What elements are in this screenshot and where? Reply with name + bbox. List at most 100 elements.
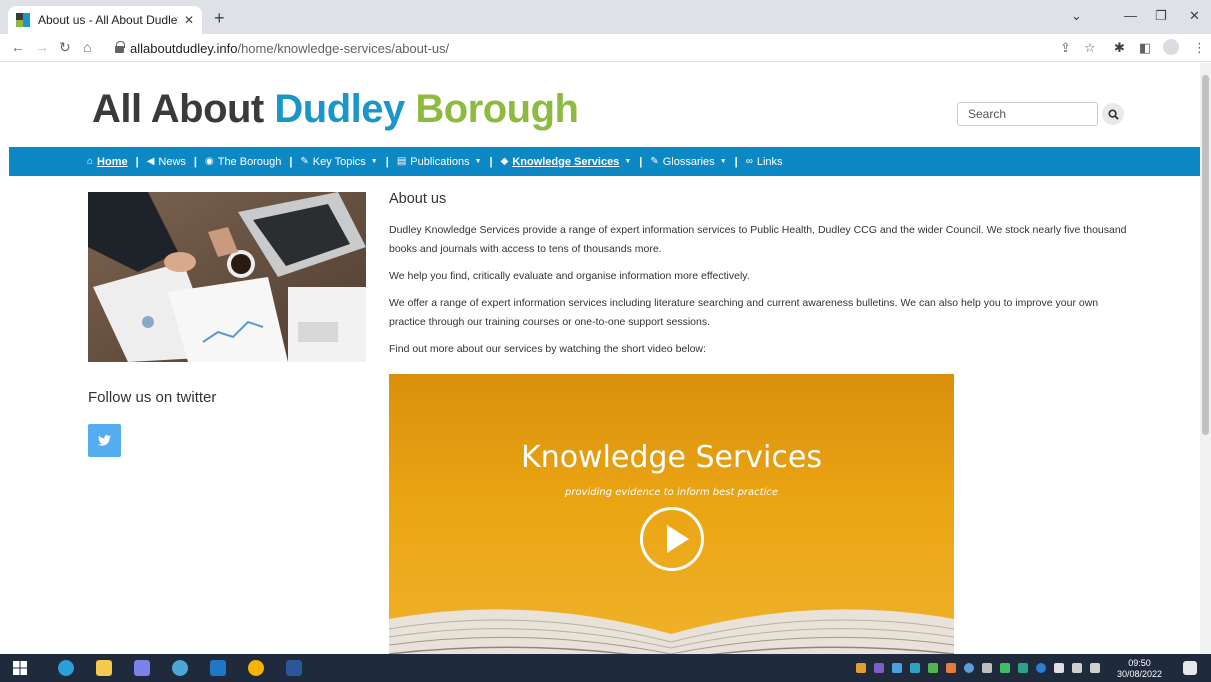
caret-down-icon: ▼ (370, 158, 378, 165)
office-desk-image (88, 192, 366, 362)
site-favicon-icon (16, 13, 30, 27)
wrench-icon: ✎ (300, 156, 309, 167)
browser-tab-strip: About us - All About Dudley Boro ✕ + ⌄ —… (0, 0, 1211, 34)
bookmark-star-icon[interactable]: ☆ (1084, 40, 1096, 56)
notifications-icon[interactable] (1183, 661, 1197, 675)
url-path: /home/knowledge-services/about-us/ (237, 41, 450, 56)
video-title: Knowledge Services (521, 440, 822, 475)
tray-app-icon[interactable] (928, 663, 938, 673)
page-scrollbar[interactable] (1200, 63, 1211, 654)
twitter-bird-icon (98, 435, 111, 446)
scrollbar-thumb[interactable] (1202, 75, 1209, 435)
tab-title: About us - All About Dudley Boro (38, 13, 178, 27)
lock-icon[interactable] (115, 41, 125, 53)
services-paragraph: We offer a range of expert information s… (389, 297, 1099, 328)
battery-icon[interactable] (1054, 663, 1064, 673)
nav-home[interactable]: ⌂ Home (87, 156, 128, 168)
nav-knowledge-services[interactable]: ◆ Knowledge Services ▼ (501, 156, 632, 168)
open-book-illustration (389, 609, 954, 654)
nav-separator: | (385, 155, 389, 168)
site-title-part3: Borough (415, 87, 579, 131)
nav-separator: | (135, 155, 139, 168)
intro-paragraph: Dudley Knowledge Services provide a rang… (389, 224, 1127, 255)
volume-icon[interactable] (1090, 663, 1100, 673)
nav-the-borough[interactable]: ◉ The Borough (205, 156, 281, 168)
search-input[interactable]: Search (957, 102, 1098, 126)
twitter-button[interactable] (88, 424, 121, 457)
clock-date: 30/08/2022 (1117, 669, 1163, 679)
follow-us-heading: Follow us on twitter (88, 389, 217, 406)
chrome-icon[interactable] (248, 660, 264, 676)
back-button[interactable]: ← (11, 39, 25, 55)
bluetooth-icon[interactable] (1036, 663, 1046, 673)
caret-down-icon: ▼ (474, 158, 482, 165)
graduation-cap-icon: ◆ (500, 156, 509, 167)
pencil-icon: ✎ (650, 156, 659, 167)
tray-app-icon[interactable] (982, 663, 992, 673)
megaphone-icon: ◀ (146, 156, 155, 167)
tray-app-icon[interactable] (1000, 663, 1010, 673)
main-content: About us Dudley Knowledge Services provi… (389, 191, 1129, 367)
restore-button[interactable]: ❐ (1155, 8, 1167, 24)
caret-down-icon: ▼ (624, 158, 632, 165)
nav-links[interactable]: ∞ Links (746, 156, 783, 168)
outlook-icon[interactable] (210, 660, 226, 676)
side-panel-icon[interactable]: ◧ (1139, 40, 1151, 56)
nav-separator: | (489, 155, 493, 168)
home-icon: ⌂ (87, 156, 94, 167)
video-subtitle: providing evidence to inform best practi… (564, 487, 779, 498)
file-explorer-icon[interactable] (96, 660, 112, 676)
globe-icon: ◉ (204, 156, 214, 167)
tray-app-icon[interactable] (856, 663, 866, 673)
word-icon[interactable] (286, 660, 302, 676)
caret-down-icon: ▼ (719, 158, 727, 165)
edge-icon[interactable] (58, 660, 74, 676)
play-button-icon[interactable] (640, 507, 704, 571)
nav-publications[interactable]: ▤ Publications ▼ (397, 156, 482, 168)
nav-key-topics[interactable]: ✎ Key Topics ▼ (300, 156, 377, 168)
tab-search-chevron-icon[interactable]: ⌄ (1071, 8, 1082, 24)
share-icon[interactable]: ⇪ (1060, 40, 1071, 56)
new-tab-button[interactable]: + (214, 8, 225, 29)
clock-time: 09:50 (1128, 658, 1151, 668)
wifi-icon[interactable] (1072, 663, 1082, 673)
nav-glossaries[interactable]: ✎ Glossaries ▼ (650, 156, 726, 168)
forward-button[interactable]: → (35, 39, 49, 55)
url-host: allaboutdudley.info (130, 41, 238, 56)
nav-separator: | (289, 155, 293, 168)
minimize-button[interactable]: — (1124, 8, 1137, 23)
nav-separator: | (639, 155, 643, 168)
teams-icon[interactable] (134, 660, 150, 676)
windows-start-icon[interactable] (12, 660, 28, 676)
taskbar-clock[interactable]: 09:50 30/08/2022 (1117, 658, 1162, 680)
tray-app-icon[interactable] (1018, 663, 1028, 673)
feedback-icon[interactable] (172, 660, 188, 676)
video-player[interactable]: Knowledge Services providing evidence to… (389, 374, 954, 654)
nav-separator: | (193, 155, 197, 168)
menu-kebab-icon[interactable]: ⋮ (1193, 40, 1206, 56)
book-icon: ▤ (396, 156, 407, 167)
tray-app-icon[interactable] (964, 663, 974, 673)
search-button[interactable] (1102, 103, 1124, 125)
reload-button[interactable]: ↻ (59, 39, 71, 56)
browser-tab[interactable]: About us - All About Dudley Boro ✕ (8, 6, 202, 34)
video-intro-paragraph: Find out more about our services by watc… (389, 343, 706, 355)
site-title[interactable]: All About Dudley Borough (92, 87, 579, 132)
profile-avatar-icon[interactable] (1163, 39, 1179, 55)
home-button[interactable]: ⌂ (83, 39, 91, 55)
page-title: About us (389, 191, 447, 207)
tray-app-icon[interactable] (946, 663, 956, 673)
close-window-button[interactable]: ✕ (1189, 8, 1200, 24)
nav-news[interactable]: ◀ News (147, 156, 186, 168)
extensions-icon[interactable]: ✱ (1114, 40, 1125, 56)
tray-onenote-icon[interactable] (874, 663, 884, 673)
help-paragraph: We help you find, critically evaluate an… (389, 270, 750, 282)
link-icon: ∞ (745, 156, 753, 167)
tray-app-icon[interactable] (892, 663, 902, 673)
tray-app-icon[interactable] (910, 663, 920, 673)
tab-close-icon[interactable]: ✕ (184, 13, 194, 27)
page-viewport: All About Dudley Borough Search ⌂ Home |… (0, 63, 1200, 654)
site-title-part1: All About (92, 87, 264, 131)
address-bar[interactable]: allaboutdudley.info/home/knowledge-servi… (130, 41, 449, 56)
site-title-part2: Dudley (274, 87, 405, 131)
